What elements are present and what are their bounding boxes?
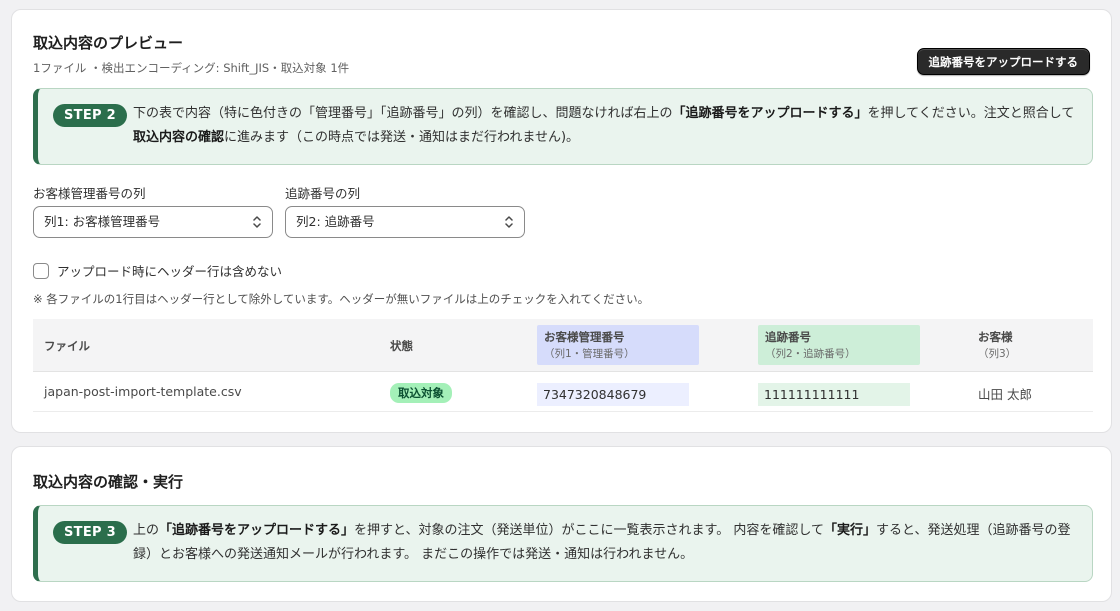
table-header: ファイル 状態 お客様管理番号 （列1・管理番号） 追跡番号 （列2・追跡番号）… [33,319,1093,372]
step2-text-bold1: 「追跡番号をアップロードする」 [672,106,868,121]
confirm-title: 取込内容の確認・実行 [33,473,184,491]
step2-badge: STEP 2 [53,104,128,127]
chevron-up-down-icon [505,216,513,228]
cell-file: japan-post-import-template.csv [44,384,242,399]
cell-customer-no: 7347320848679 [537,383,689,406]
header-tracking-no: 追跡番号 （列2・追跡番号） [758,325,920,365]
customer-column-select[interactable]: 列1: お客様管理番号 [33,206,273,238]
header-customer-no-sub: （列1・管理番号） [544,348,635,360]
step2-banner: STEP 2 下の表で内容（特に色付きの「管理番号」「追跡番号」の列）を確認し、… [33,88,1093,165]
header-note: ※ 各ファイルの1行目はヘッダー行として除外しています。ヘッダーが無いファイルは… [33,292,650,306]
header-customer: お客様 （列3） [978,329,1016,361]
status-badge: 取込対象 [390,383,452,403]
tracking-column-select[interactable]: 列2: 追跡番号 [285,206,525,238]
step3-text-bold2: 「実行」 [823,523,876,538]
preview-subtitle: 1ファイル ・検出エンコーディング: Shift_JIS・取込対象 1件 [33,61,350,75]
customer-column-label: お客様管理番号の列 [33,186,146,201]
header-file: ファイル [44,339,90,353]
customer-column-value: 列1: お客様管理番号 [44,214,161,229]
confirm-card: 取込内容の確認・実行 STEP 3 上の「追跡番号をアップロードする」を押すと、… [11,446,1112,602]
exclude-header-checkbox[interactable] [33,262,49,279]
step2-text-part2: を押してください。注文と照合して [867,106,1075,121]
step2-text-part1: 下の表で内容（特に色付きの「管理番号」「追跡番号」の列）を確認し、問題なければ右… [133,106,673,121]
step2-text-part3: に進みます（この時点では発送・通知はまだ行われません)。 [224,130,580,145]
table-row: japan-post-import-template.csv 取込対象 7347… [33,372,1093,412]
preview-table: ファイル 状態 お客様管理番号 （列1・管理番号） 追跡番号 （列2・追跡番号）… [33,319,1093,412]
tracking-column-label: 追跡番号の列 [285,186,361,201]
exclude-header-option[interactable]: アップロード時にヘッダー行は含めない [33,261,282,280]
header-tracking-no-sub: （列2・追跡番号） [765,348,856,360]
tracking-column-value: 列2: 追跡番号 [296,214,375,229]
chevron-up-down-icon [253,216,261,228]
header-customer-label: お客様 [978,330,1013,344]
step2-text: 下の表で内容（特に色付きの「管理番号」「追跡番号」の列）を確認し、問題なければ右… [133,102,1078,150]
preview-card: 取込内容のプレビュー 1ファイル ・検出エンコーディング: Shift_JIS・… [11,9,1112,433]
upload-tracking-button[interactable]: 追跡番号をアップロードする [916,48,1090,75]
header-status: 状態 [390,339,413,353]
header-customer-sub: （列3） [978,348,1017,360]
exclude-header-label: アップロード時にヘッダー行は含めない [57,264,283,279]
preview-title: 取込内容のプレビュー [33,34,184,52]
header-tracking-no-label: 追跡番号 [765,330,811,344]
step3-text-bold1: 「追跡番号をアップロードする」 [159,523,355,538]
step3-badge: STEP 3 [53,521,128,544]
header-customer-no: お客様管理番号 （列1・管理番号） [537,325,699,365]
cell-tracking-no: 111111111111 [758,383,910,406]
step3-text-part1: 上の [133,523,160,538]
step2-text-bold2: 取込内容の確認 [133,130,225,145]
step3-banner: STEP 3 上の「追跡番号をアップロードする」を押すと、対象の注文（発送単位）… [33,505,1093,582]
header-customer-no-label: お客様管理番号 [544,330,625,344]
cell-customer: 山田 太郎 [978,387,1032,402]
step3-text: 上の「追跡番号をアップロードする」を押すと、対象の注文（発送単位）がここに一覧表… [133,519,1078,567]
step3-text-part2: を押すと、対象の注文（発送単位）がここに一覧表示されます。 内容を確認して [354,523,824,538]
